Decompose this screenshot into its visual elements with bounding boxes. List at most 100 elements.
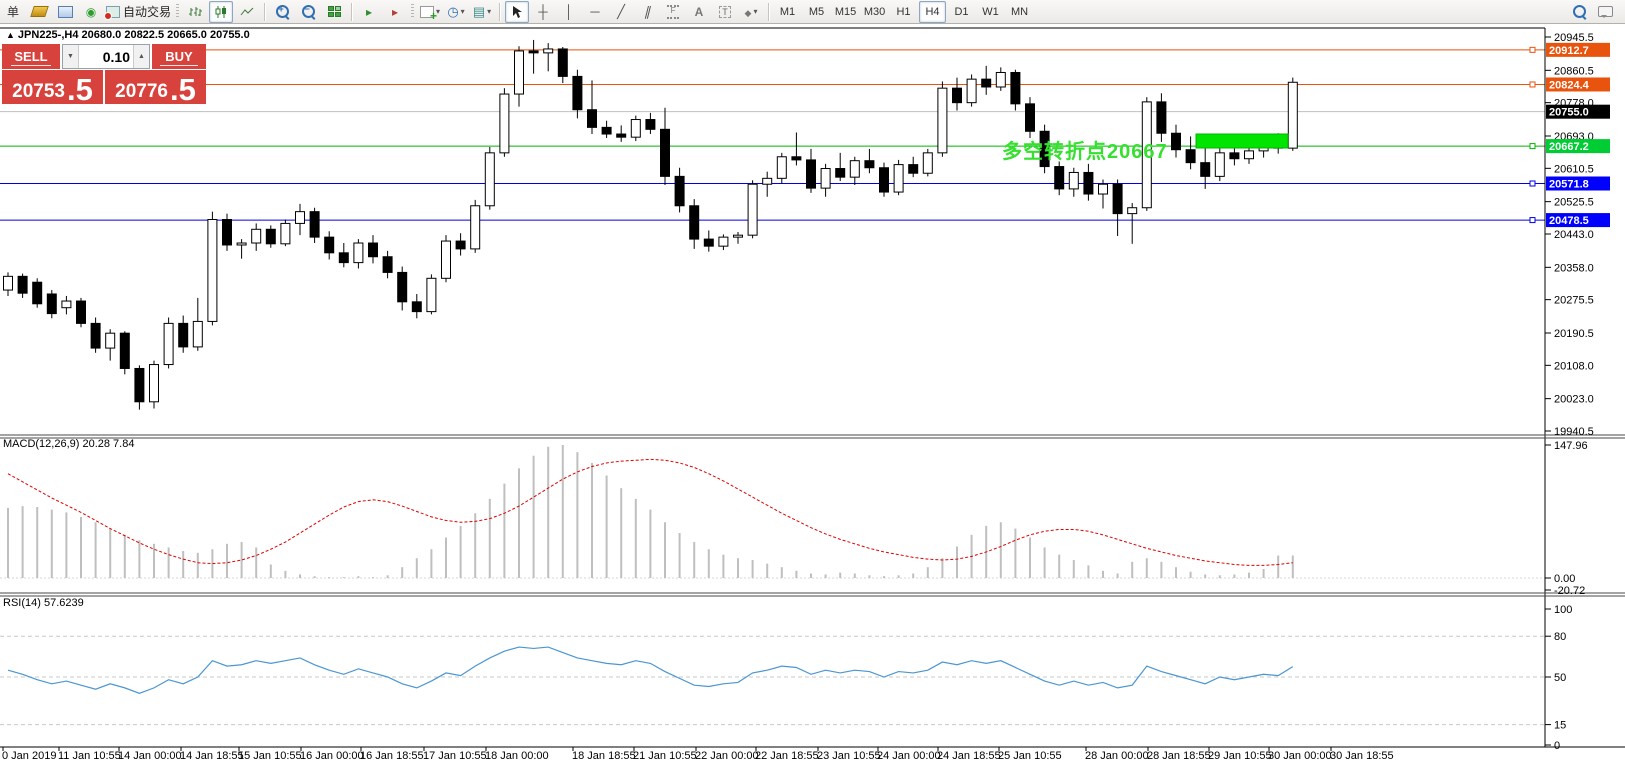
fibonacci-button[interactable] [661,1,685,23]
candle-body [369,243,378,257]
timeframe-M5-button[interactable]: M5 [803,1,830,23]
pivot-line-handle[interactable] [1530,144,1535,149]
timeframe-MN-button[interactable]: MN [1006,1,1033,23]
text-button[interactable] [687,1,711,23]
signals-button[interactable] [79,1,103,23]
equidistant-channel-button[interactable] [635,1,659,23]
candle-body [33,282,42,304]
candle-body [734,235,743,237]
candle-body [982,79,991,87]
time-label: 23 Jan 10:55 [817,750,881,762]
candle-body [544,49,553,53]
candle-body [325,237,334,253]
resistance-line-upper-handle[interactable] [1530,47,1535,52]
rsi-tick-label: 100 [1554,604,1572,616]
candle-body [1245,151,1254,159]
timeframe-W1-button[interactable]: W1 [977,1,1004,23]
candle-body [164,323,173,364]
resistance-line-upper-label: 20912.7 [1549,45,1589,57]
candle-body [792,157,801,160]
time-label: 16 Jan 00:00 [300,750,364,762]
candle-body [281,223,290,243]
periods-dropdown-button[interactable]: ▾ [444,1,468,23]
new-chart-button[interactable]: ▾ [418,1,442,23]
timeframe-D1-button[interactable]: D1 [948,1,975,23]
time-label: 17 Jan 10:55 [423,750,487,762]
chart-canvas[interactable]: 20945.520860.520778.020693.020610.520525… [0,24,1625,767]
volume-decrease-button[interactable]: ▼ [63,45,79,68]
signal-icon [86,5,96,19]
fibonacci-icon [667,5,679,19]
new-order-icon-button[interactable] [27,1,51,23]
zoom-in-button[interactable]: + [270,1,294,23]
horizontal-line-button[interactable] [583,1,607,23]
price-tick-label: 20945.5 [1554,32,1594,44]
candle-body [821,169,830,189]
vertical-line-button[interactable] [557,1,581,23]
chat-button[interactable] [1593,1,1617,23]
time-label: 0 Jan 2019 [2,750,56,762]
candle-body [442,241,451,278]
candle-body [500,94,509,153]
candle-body [1201,163,1210,177]
support-line-lower-label: 20478.5 [1549,215,1589,227]
candle-body [179,323,188,347]
templates-button[interactable]: ▾ [470,1,494,23]
crosshair-button[interactable] [531,1,555,23]
timeframe-M30-button[interactable]: M30 [861,1,888,23]
candle-body [880,168,889,192]
trendline-icon [617,5,625,18]
line-chart-icon [240,6,254,18]
buy-price-display[interactable]: 20776.5 [105,70,206,104]
resistance-line-lower-handle[interactable] [1530,82,1535,87]
toolbar-separator [351,3,352,21]
candle-body [996,72,1005,87]
auto-scroll-button[interactable] [357,1,381,23]
candle-body [1128,208,1137,214]
pivot-zone-rect[interactable] [1196,134,1288,148]
buy-button[interactable]: BUY [152,44,206,69]
resistance-line-lower-label: 20824.4 [1549,79,1590,91]
chart-shift-button[interactable] [383,1,407,23]
timeframe-H4-button[interactable]: H4 [919,1,946,23]
candle-body [602,127,611,134]
macd-tick-label: 147.96 [1554,440,1588,452]
search-button[interactable] [1567,1,1591,23]
arrows-button[interactable]: ▾ [739,1,763,23]
support-line-lower-handle[interactable] [1530,218,1535,223]
trendline-button[interactable] [609,1,633,23]
candle-body [558,49,567,76]
support-line-upper-handle[interactable] [1530,181,1535,186]
volume-input[interactable] [79,45,133,68]
chart-shift-icon [392,5,398,18]
tile-windows-button[interactable] [322,1,346,23]
text-label-button[interactable] [713,1,737,23]
candle-body [62,301,71,308]
autotrading-icon [106,6,120,18]
profiles-button[interactable] [53,1,77,23]
time-label: 18 Jan 18:55 [572,750,636,762]
volume-increase-button[interactable]: ▲ [133,45,149,68]
cursor-button[interactable] [505,1,529,23]
candle-body [1215,153,1224,177]
candlestick-chart-button[interactable] [209,1,233,23]
autotrading-button[interactable]: 自动交易 [105,1,172,23]
timeframe-H1-button[interactable]: H1 [890,1,917,23]
timeframe-M1-button[interactable]: M1 [774,1,801,23]
sell-price-display[interactable]: 20753.5 [2,70,103,104]
bar-chart-icon [188,6,202,18]
time-label: 25 Jan 10:55 [998,750,1062,762]
candlestick-chart-icon [214,6,228,18]
time-label: 11 Jan 10:55 [58,750,121,762]
line-chart-button[interactable] [235,1,259,23]
candle-body [1230,153,1239,159]
timeframe-M15-button[interactable]: M15 [832,1,859,23]
sell-button[interactable]: SELL [2,44,60,69]
chevron-down-icon: ▾ [753,7,757,16]
support-line-upper-label: 20571.8 [1549,179,1589,191]
zoom-out-button[interactable]: − [296,1,320,23]
bar-chart-button[interactable] [183,1,207,23]
candle-body [763,178,772,184]
candle-body [47,294,56,314]
new-order-button[interactable]: 单 [1,1,25,23]
